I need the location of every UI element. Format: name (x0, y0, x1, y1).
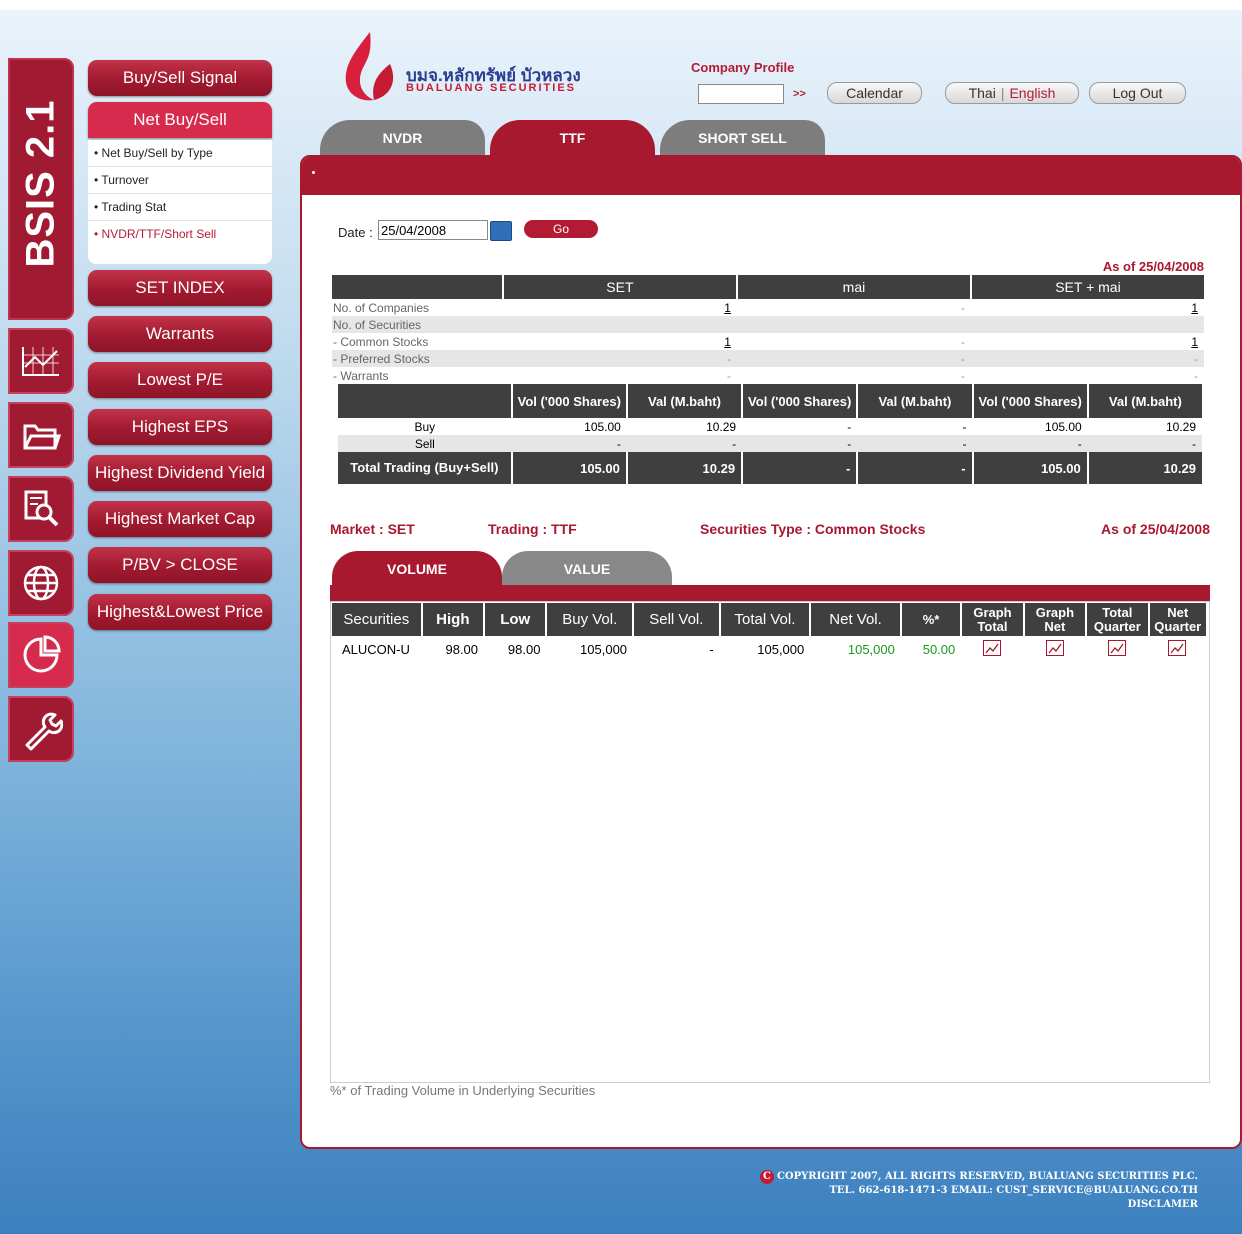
detail-as-of: As of 25/04/2008 (1101, 521, 1210, 537)
row-label: - Preferred Stocks (333, 351, 430, 366)
brand-title: BSIS 2.1 (18, 98, 63, 268)
footnote: %* of Trading Volume in Underlying Secur… (330, 1083, 596, 1098)
pie-chart-icon[interactable] (8, 622, 74, 688)
company-profile-go[interactable]: >> (793, 88, 806, 100)
date-input[interactable] (378, 220, 488, 240)
cell-value[interactable]: 1 (503, 333, 737, 350)
menu-warrants[interactable]: Warrants (88, 316, 272, 352)
submenu-nvdr-ttf-short-sell[interactable]: • NVDR/TTF/Short Sell (88, 221, 272, 247)
menu-buy-sell-signal[interactable]: Buy/Sell Signal (88, 60, 272, 96)
graph-net-icon[interactable] (1045, 639, 1064, 656)
col-set-mai: SET + mai (969, 275, 1204, 299)
menu-highest-eps[interactable]: Highest EPS (88, 409, 272, 445)
net-buy-sell-submenu: • Net Buy/Sell by Type • Turnover • Trad… (88, 140, 272, 264)
sell-label: Sell (414, 436, 435, 451)
buy-label: Buy (414, 419, 436, 434)
menu-highest-dividend-yield[interactable]: Highest Dividend Yield (88, 455, 272, 491)
cell-value[interactable]: 1 (971, 333, 1204, 350)
logout-button[interactable]: Log Out (1089, 82, 1186, 104)
menu-lowest-pe[interactable]: Lowest P/E (88, 362, 272, 398)
company-profile-label: Company Profile (691, 60, 795, 75)
col-mai: mai (735, 275, 971, 299)
disclaimer-link[interactable]: DISCLAMER (760, 1198, 1198, 1212)
security-name[interactable]: ALUCON-U (332, 636, 422, 662)
summary-table: SET mai SET + mai No. of Companies 1-1 No… (332, 275, 1204, 484)
menu-highest-lowest-price[interactable]: Highest&Lowest Price (88, 594, 272, 630)
detail-table: Securities High Low Buy Vol. Sell Vol. T… (332, 603, 1206, 662)
col-set: SET (501, 275, 737, 299)
cell-value[interactable]: 1 (503, 299, 737, 316)
market-label: Market : SET (330, 521, 415, 537)
panel-header-bar (302, 157, 1240, 195)
calendar-button[interactable]: Calendar (827, 82, 922, 104)
trading-label: Trading : TTF (488, 521, 577, 537)
date-label: Date : (338, 225, 373, 240)
logo: บมจ.หลักทรัพย์ บัวหลวง BUALUANG SECURITI… (340, 30, 630, 105)
row-label: No. of Securities (333, 317, 422, 332)
tab-volume[interactable]: VOLUME (332, 551, 502, 587)
summary-as-of: As of 25/04/2008 (1102, 259, 1204, 274)
language-switch: Thai | English (945, 82, 1079, 104)
chart-line-icon[interactable] (8, 328, 74, 394)
tab-nvdr[interactable]: NVDR (320, 120, 485, 156)
main-panel: Date : Go As of 25/04/2008 SET mai SET +… (300, 155, 1242, 1149)
menu-net-buy-sell[interactable]: Net Buy/Sell (88, 102, 272, 138)
footer: C COPYRIGHT 2007, ALL RIGHTS RESERVED, BU… (759, 1170, 1198, 1212)
graph-total-icon[interactable] (983, 639, 1002, 656)
trade-table: Vol ('000 Shares) Val (M.baht) Vol ('000… (338, 384, 1202, 484)
subtab-bar (330, 585, 1210, 601)
row-label: - Common Stocks (333, 334, 429, 349)
tab-value[interactable]: VALUE (502, 551, 672, 587)
securities-type-label: Securities Type : Common Stocks (700, 521, 926, 537)
submenu-net-buy-sell-by-type[interactable]: • Net Buy/Sell by Type (88, 140, 272, 167)
total-quarter-graph-icon[interactable] (1108, 639, 1127, 656)
lang-thai[interactable]: Thai (969, 85, 996, 101)
date-picker-icon[interactable] (490, 221, 512, 241)
document-search-icon[interactable] (8, 476, 74, 542)
menu-pbv-close[interactable]: P/BV > CLOSE (88, 547, 272, 583)
detail-table-box: Securities High Low Buy Vol. Sell Vol. T… (330, 601, 1210, 1083)
menu-highest-market-cap[interactable]: Highest Market Cap (88, 501, 272, 537)
company-profile-input[interactable] (698, 84, 784, 104)
total-trading-label: Total Trading (Buy+Sell) (338, 452, 513, 484)
folder-icon[interactable] (8, 402, 74, 468)
submenu-trading-stat[interactable]: • Trading Stat (88, 194, 272, 221)
copyright-icon: C (759, 1170, 774, 1184)
submenu-turnover[interactable]: • Turnover (88, 167, 272, 194)
table-row: ALUCON-U 98.00 98.00 105,000 - 105,000 1… (332, 636, 1206, 662)
go-button[interactable]: Go (524, 220, 598, 238)
net-quarter-graph-icon[interactable] (1168, 639, 1187, 656)
row-label: - Warrants (333, 368, 389, 383)
logo-english-text: BUALUANG SECURITIES (406, 82, 577, 94)
menu-set-index[interactable]: SET INDEX (88, 270, 272, 306)
logo-flame-icon (345, 32, 394, 101)
brand-bar: BSIS 2.1 (8, 58, 74, 320)
lang-english[interactable]: English (1009, 85, 1055, 101)
wrench-icon[interactable] (8, 696, 74, 762)
row-label: No. of Companies (333, 300, 430, 315)
tab-short-sell[interactable]: SHORT SELL (660, 120, 825, 156)
cell-value[interactable]: 1 (971, 299, 1204, 316)
globe-icon[interactable] (8, 550, 74, 616)
tab-ttf[interactable]: TTF (490, 120, 655, 156)
